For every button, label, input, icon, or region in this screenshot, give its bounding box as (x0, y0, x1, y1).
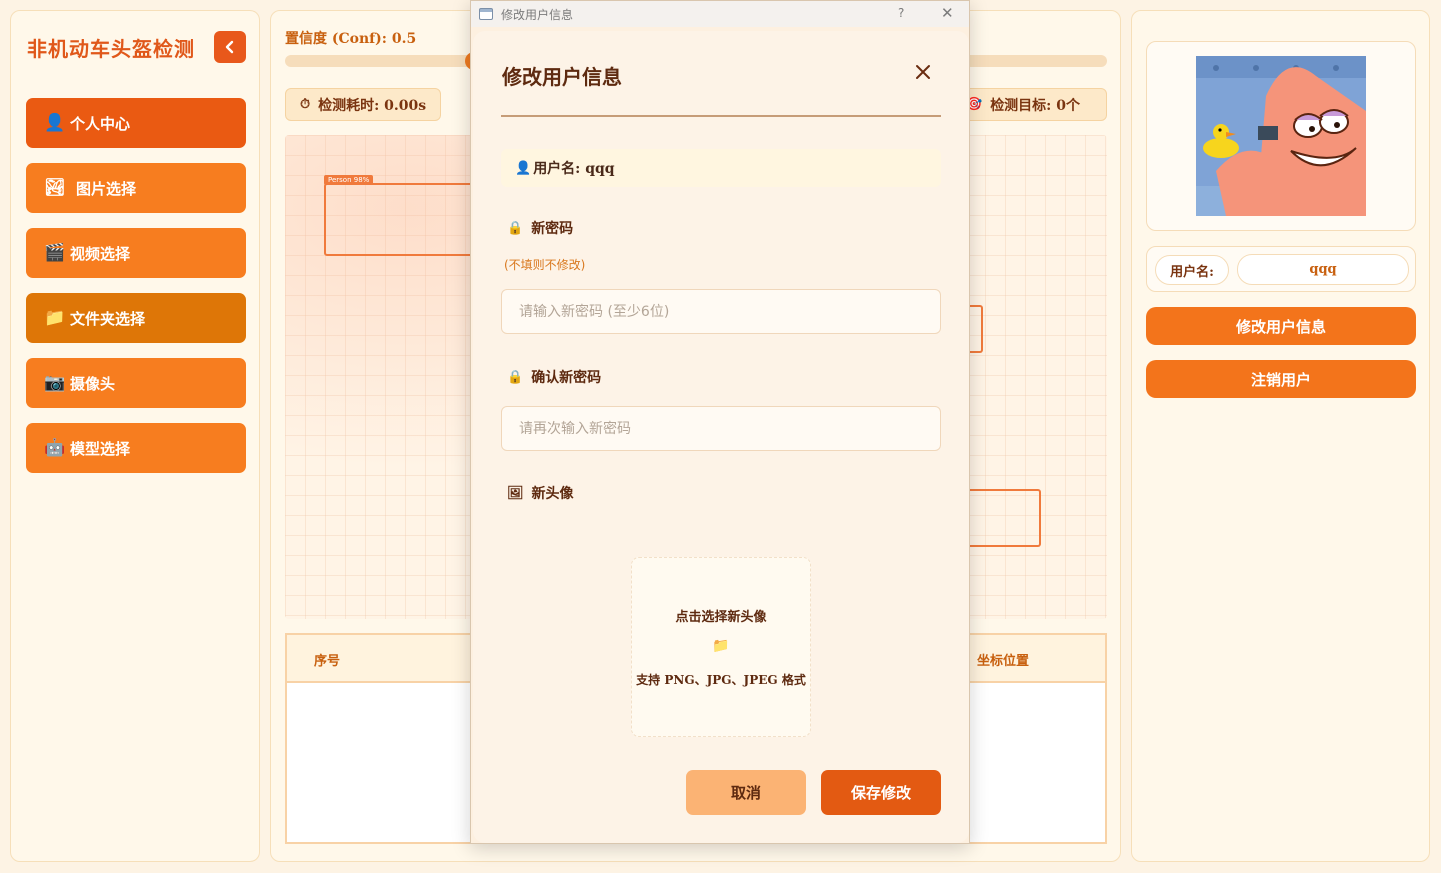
folder-icon: 📁 (712, 638, 730, 654)
avatar-upload-area[interactable]: 点击选择新头像 📁 支持 PNG、JPG、JPEG 格式 (631, 557, 811, 737)
nav-label: 摄像头 (70, 374, 116, 393)
nav-folder-select[interactable]: 📁 文件夹选择 (26, 293, 246, 343)
cancel-button[interactable]: 取消 (686, 770, 806, 815)
dialog-titlebar: 修改用户信息 ? ✕ (471, 1, 969, 27)
nav-label: 个人中心 (70, 114, 131, 133)
upload-title: 点击选择新头像 (675, 610, 767, 625)
lock-icon: 🔒 (507, 369, 524, 385)
lock-icon: 🔒 (507, 220, 524, 236)
edit-user-info-button[interactable]: 修改用户信息 (1146, 307, 1416, 345)
confidence-label: 置信度 (Conf): 0.5 (285, 31, 417, 47)
image-icon: 🖼 (507, 485, 524, 501)
save-changes-button[interactable]: 保存修改 (821, 770, 941, 815)
camera-icon: 📷 (44, 373, 66, 393)
nav-label: 文件夹选择 (70, 309, 146, 328)
nav-label: 模型选择 (70, 439, 131, 458)
dialog-body: 修改用户信息 👤 用户名: qqq 🔒 新密码 (不填则不修改) 🔒 确认新密码… (473, 31, 969, 843)
avatar-card (1146, 41, 1416, 231)
window-icon (479, 8, 493, 20)
close-icon[interactable] (914, 63, 932, 81)
folder-icon: 📁 (44, 308, 66, 328)
column-index: 序号 (314, 654, 341, 669)
nav-image-select[interactable]: 🏞 图片选择 (26, 163, 246, 213)
nav-model-select[interactable]: 🤖 模型选择 (26, 423, 246, 473)
sidebar: 非机动车头盔检测 👤 个人中心 🏞 图片选择 🎬 视频选择 📁 文件夹选择 📷 … (10, 10, 260, 862)
robot-icon: 🤖 (44, 438, 66, 458)
nav-label: 图片选择 (76, 179, 137, 198)
user-panel: 用户名: qqq 修改用户信息 注销用户 (1131, 10, 1430, 862)
new-password-label-text: 新密码 (531, 221, 574, 237)
new-avatar-label: 🖼 新头像 (507, 483, 574, 503)
detection-box: Person 98% (324, 175, 484, 256)
new-avatar-label-text: 新头像 (531, 486, 574, 502)
chevron-left-icon (225, 40, 234, 54)
dialog-title: 修改用户信息 (502, 65, 622, 89)
username-text: 用户名: qqq (533, 161, 615, 177)
window-close-icon[interactable]: ✕ (941, 4, 954, 22)
detect-targets-badge: 🎯 检测目标: 0个 (961, 88, 1107, 121)
detect-time-badge: ⏱ 检测耗时: 0.00s (285, 88, 442, 121)
user-icon: 👤 (515, 160, 532, 176)
stopwatch-icon: ⏱ (300, 97, 311, 112)
password-hint: (不填则不修改) (504, 258, 586, 272)
new-password-label: 🔒 新密码 (507, 218, 573, 238)
title-divider (501, 115, 941, 117)
user-icon: 👤 (44, 113, 66, 133)
confirm-password-label-text: 确认新密码 (531, 370, 602, 386)
new-password-input[interactable] (501, 289, 941, 334)
username-card: 用户名: qqq (1146, 246, 1416, 292)
upload-formats: 支持 PNG、JPG、JPEG 格式 (636, 673, 806, 687)
username-display: 👤 用户名: qqq (501, 149, 941, 187)
window-title: 修改用户信息 (501, 7, 574, 22)
detect-time-text: 检测耗时: 0.00s (318, 97, 427, 114)
username-label: 用户名: (1155, 255, 1229, 285)
help-icon[interactable]: ? (898, 6, 904, 20)
avatar-image (1196, 56, 1366, 216)
username-value: qqq (1237, 254, 1409, 285)
detection-label: Person 98% (324, 175, 374, 185)
confirm-password-input[interactable] (501, 406, 941, 451)
collapse-sidebar-button[interactable] (214, 31, 246, 63)
image-icon: 🏞 (44, 178, 66, 198)
confirm-password-label: 🔒 确认新密码 (507, 367, 601, 387)
logout-button[interactable]: 注销用户 (1146, 360, 1416, 398)
avatar (1196, 56, 1366, 216)
nav-camera[interactable]: 📷 摄像头 (26, 358, 246, 408)
column-position: 坐标位置 (977, 654, 1030, 669)
clapper-icon: 🎬 (44, 243, 66, 263)
nav-personal-center[interactable]: 👤 个人中心 (26, 98, 246, 148)
detect-targets-text: 检测目标: 0个 (990, 97, 1080, 114)
app-title: 非机动车头盔检测 (27, 37, 195, 61)
edit-user-dialog: 修改用户信息 ? ✕ 修改用户信息 👤 用户名: qqq 🔒 新密码 (不填则不… (470, 0, 970, 844)
nav-label: 视频选择 (70, 244, 131, 263)
nav-video-select[interactable]: 🎬 视频选择 (26, 228, 246, 278)
